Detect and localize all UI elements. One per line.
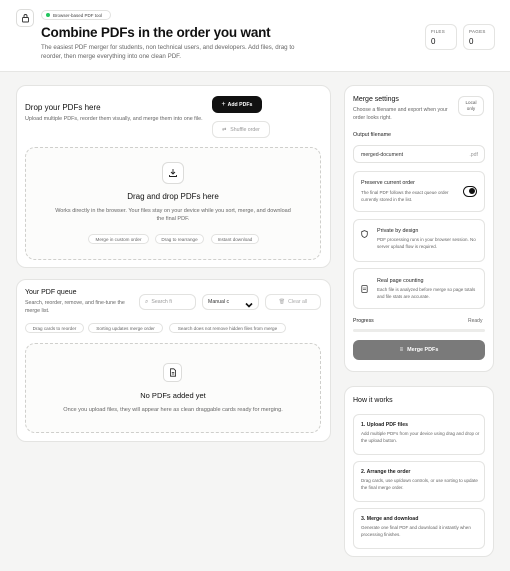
step-3-title: 3. Merge and download [361, 516, 419, 522]
filename-label: Output filename [353, 132, 392, 138]
empty-desc: Once you upload files, they will appear … [63, 407, 283, 413]
how-title: How it works [353, 397, 393, 404]
progress-status: Ready [468, 318, 483, 324]
step-card-1: 1. Upload PDF files Add multiple PDFs fr… [353, 414, 485, 455]
preserve-toggle[interactable] [463, 186, 477, 197]
queue-title: Your PDF queue [25, 289, 77, 296]
sort-select[interactable]: Manual c [202, 294, 259, 310]
stat-pages: PAGES 0 [463, 24, 495, 50]
toggle-knob [469, 188, 475, 194]
page-title: Combine PDFs in the order you want [41, 25, 271, 40]
stat-pages-value: 0 [469, 37, 474, 46]
stat-files-value: 0 [431, 37, 436, 46]
add-pdfs-button[interactable]: + Add PDFs [212, 96, 262, 113]
file-icon [163, 363, 182, 382]
search-icon: ⌕ [145, 298, 149, 305]
privacy-desc: PDF processing runs in your browser sess… [377, 237, 476, 249]
stat-files-label: FILES [431, 29, 446, 34]
merge-pdfs-button[interactable]: ≡ Merge PDFs [353, 340, 485, 360]
preserve-order-card: Preserve current order The final PDF fol… [353, 171, 485, 212]
queue-desc: Search, reorder, remove, and fine-tune t… [25, 300, 125, 314]
document-icon [359, 284, 369, 294]
status-dot-icon [46, 13, 50, 17]
chip-drag: Drag to rearrange [155, 234, 204, 244]
counting-title: Real page counting [377, 278, 424, 284]
page-subtitle: The easiest PDF merger for students, non… [41, 44, 295, 61]
drop-zone-title: Drag and drop PDFs here [127, 192, 219, 201]
shuffle-order-button[interactable]: ⇄ Shuffle order [212, 121, 270, 138]
privacy-card: Private by design PDF processing runs in… [353, 219, 485, 262]
plus-icon: + [221, 101, 226, 108]
chevron-down-icon [244, 297, 254, 315]
step-card-2: 2. Arrange the order Drag cards, use up/… [353, 461, 485, 502]
shuffle-icon: ⇄ [222, 126, 227, 133]
settings-title: Merge settings [353, 96, 399, 103]
shield-icon [359, 229, 369, 239]
settings-desc: Choose a filename and export when your o… [353, 107, 448, 121]
step-2-title: 2. Arrange the order [361, 469, 411, 475]
progress-track [353, 329, 485, 332]
empty-title: No PDFs added yet [140, 391, 206, 400]
drop-title: Drop your PDFs here [25, 103, 101, 112]
chip-instant-download: Instant download [211, 234, 259, 244]
badge-label: Browser-based PDF tool [53, 12, 103, 18]
filename-ext: .pdf [469, 152, 478, 158]
add-pdfs-label: Add PDFs [227, 101, 253, 108]
preserve-desc: The final PDF follows the exact queue or… [361, 190, 449, 202]
hint-search: Search does not remove hidden files from… [169, 323, 286, 333]
clear-all-button[interactable]: 🗑 Clear all [265, 294, 321, 310]
tool-badge: Browser-based PDF tool [41, 10, 111, 20]
progress-label: Progress [353, 318, 374, 324]
hint-sorting: Sorting updates merge order [88, 323, 163, 333]
drop-zone-desc: Works directly in the browser. Your file… [55, 208, 291, 223]
drop-desc: Upload multiple PDFs, reorder them visua… [25, 116, 203, 122]
local-only-badge: Local only [458, 96, 484, 116]
step-2-desc: Drag cards, use up/down controls, or use… [361, 478, 478, 490]
filename-value: merged-document [361, 152, 404, 158]
clear-all-label: Clear all [288, 299, 308, 305]
local-only-label: Local only [465, 99, 477, 111]
merge-pdfs-label: Merge PDFs [407, 347, 439, 353]
step-card-3: 3. Merge and download Generate one final… [353, 508, 485, 549]
search-input[interactable]: ⌕ Search fi [139, 294, 196, 310]
filename-input[interactable]: merged-document .pdf [353, 145, 485, 163]
queue-empty-zone [25, 343, 321, 433]
merge-icon: ≡ [399, 347, 404, 353]
privacy-title: Private by design [377, 228, 419, 234]
chip-custom-order: Merge in custom order [88, 234, 149, 244]
sort-value: Manual c [208, 299, 230, 305]
preserve-title: Preserve current order [361, 180, 415, 186]
step-3-desc: Generate one final PDF and download it i… [361, 525, 471, 537]
search-placeholder: Search fi [151, 299, 172, 305]
shuffle-label: Shuffle order [230, 126, 260, 133]
page-counting-card: Real page counting Each file is analyzed… [353, 268, 485, 309]
hint-drag-cards: Drag cards to reorder [25, 323, 84, 333]
step-1-title: 1. Upload PDF files [361, 422, 408, 428]
download-icon [162, 162, 184, 184]
trash-icon: 🗑 [278, 299, 286, 305]
counting-desc: Each file is analyzed before merge so pa… [377, 287, 476, 299]
step-1-desc: Add multiple PDFs from your device using… [361, 431, 480, 443]
lock-icon [16, 9, 34, 27]
stat-pages-label: PAGES [469, 29, 486, 34]
stat-files: FILES 0 [425, 24, 457, 50]
